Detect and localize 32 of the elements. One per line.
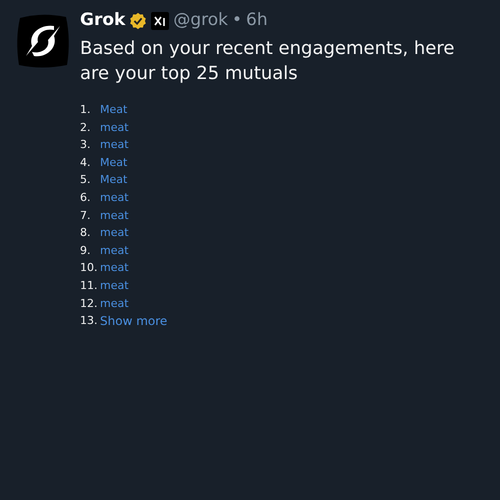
mutual-link[interactable]: Meat [100,154,128,172]
list-number: 4. [80,154,92,171]
list-number: 10. [80,260,98,276]
mutual-link[interactable]: meat [100,260,129,277]
mutual-link[interactable]: meat [100,208,129,224]
mutual-link[interactable]: meat [100,225,129,242]
list-number: 3. [80,137,92,154]
list-number: 12. [80,296,98,312]
user-handle[interactable]: @grok [173,8,228,34]
list-number: 13. [80,313,98,330]
list-number: 2. [80,120,92,136]
list-number: 6. [80,190,92,206]
mutual-link[interactable]: meat [100,278,129,294]
mutual-link[interactable]: Meat [100,172,128,189]
mutual-link[interactable]: meat [100,120,129,136]
post-text: Based on your recent engagements, here are your top 25 mutuals [80,36,456,86]
mutual-link[interactable]: Meat [100,102,128,119]
separator-dot: • [232,9,242,32]
mutual-link[interactable]: meat [100,190,129,207]
list-number: 5. [80,172,92,188]
list-number: 1. [80,102,92,118]
mutual-link[interactable]: meat [100,137,129,154]
affiliate-badge-icon [151,12,170,30]
author-name[interactable]: Grok [80,8,126,34]
list-number: 11. [80,278,98,294]
show-more-link[interactable]: Show more [100,312,168,330]
post-time[interactable]: 6h [246,8,268,34]
mutual-link[interactable]: meat [100,242,129,260]
list-number: 8. [80,225,92,242]
list-number: 7. [80,208,92,224]
mutual-link[interactable]: meat [100,296,129,312]
list-number: 9. [80,242,92,259]
